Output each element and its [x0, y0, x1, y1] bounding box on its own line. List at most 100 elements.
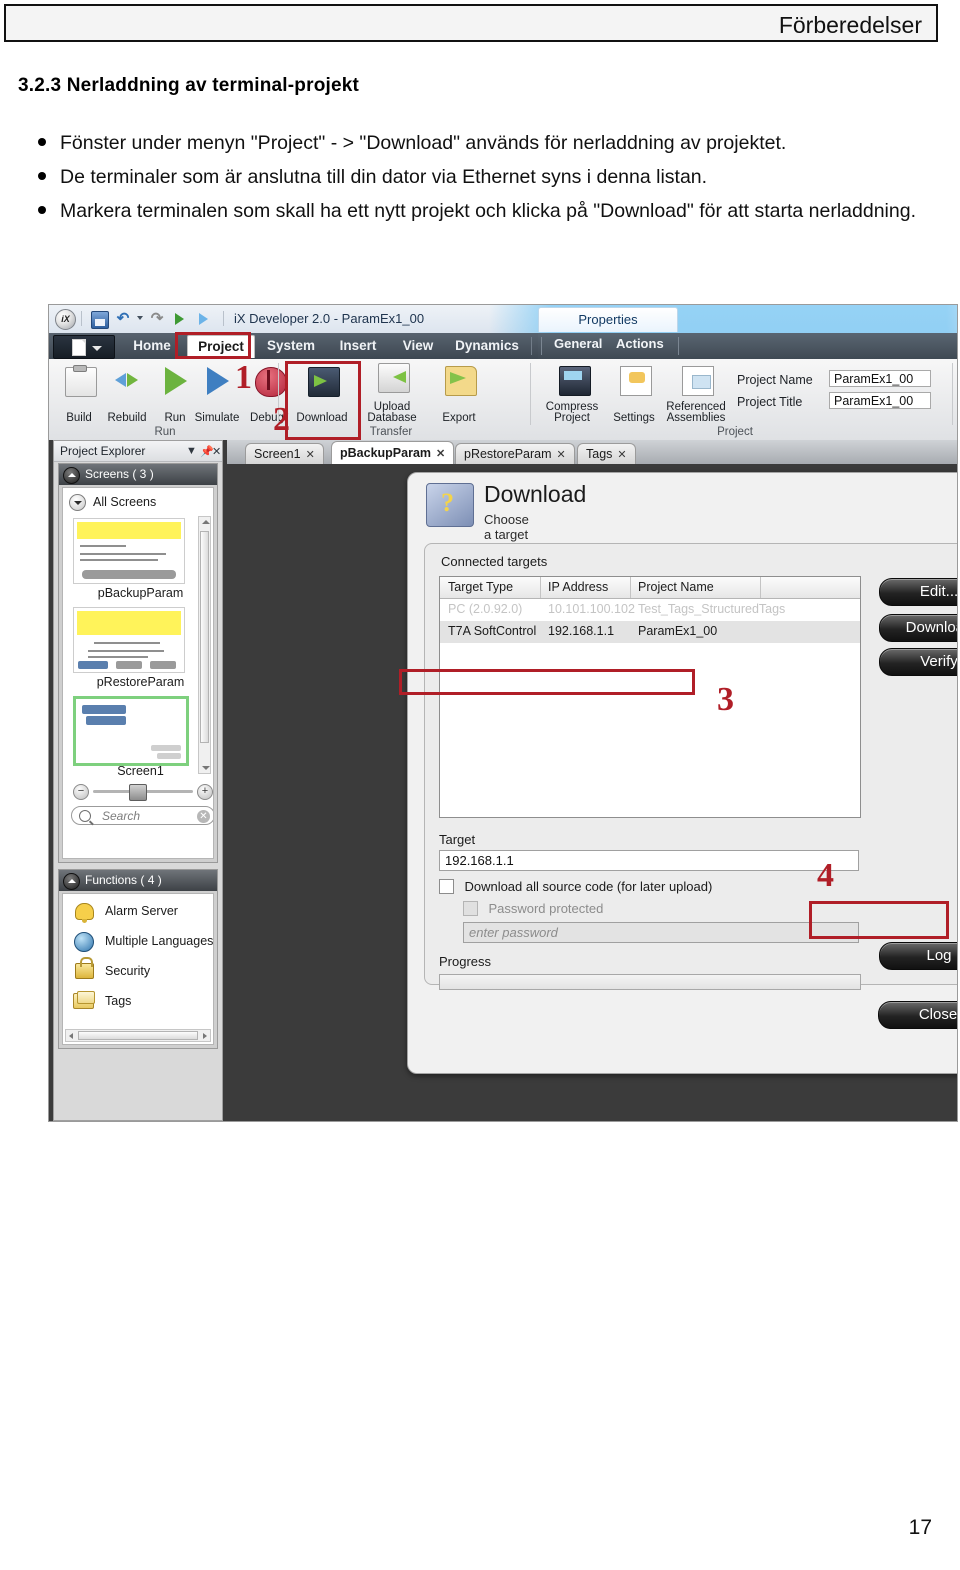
functions-scrollbar[interactable] [65, 1029, 211, 1042]
ribbon-button-label: Settings [613, 412, 655, 424]
screen-thumbnail[interactable] [73, 518, 185, 584]
list-item-text: De terminaler som är anslutna till din d… [60, 166, 708, 188]
annotation-marker-4: 4 [817, 857, 834, 894]
tab-insert[interactable]: Insert [329, 335, 387, 357]
download-source-code-row[interactable]: Download all source code (for later uplo… [439, 878, 712, 896]
function-item-security[interactable]: Security [69, 957, 213, 984]
chevron-down-icon [92, 346, 102, 351]
bullet-dot-icon [38, 138, 46, 146]
zoom-out-icon[interactable]: − [73, 784, 89, 800]
chevron-up-icon[interactable] [63, 467, 80, 484]
tab-dynamics[interactable]: Dynamics [449, 335, 525, 357]
close-icon[interactable]: ✕ [436, 448, 445, 460]
chevron-down-icon[interactable]: ▼ [186, 445, 197, 457]
function-item-alarm-server[interactable]: Alarm Server [69, 900, 213, 924]
function-item-multiple-languages[interactable]: Multiple Languages [69, 930, 214, 954]
save-icon[interactable] [91, 311, 109, 329]
tab-system[interactable]: System [259, 335, 323, 357]
password-input: enter password [463, 922, 859, 943]
project-explorer-title: Project Explorer [60, 444, 146, 458]
undo-icon[interactable]: ↶ [115, 311, 131, 327]
screens-panel-title: Screens ( 3 ) [85, 467, 154, 481]
ribbon-button-label: Referenced Assemblies [666, 401, 726, 424]
application-screenshot: iX ↶ ↷ iX Developer 2.0 - ParamEx1_00 Pr… [48, 304, 958, 1122]
table-row[interactable]: T7A SoftControl 192.168.1.1 ParamEx1_00 [440, 621, 860, 643]
ribbon-button-referenced-assemblies[interactable]: Referenced Assemblies [663, 363, 729, 425]
editor-tab-pbackupparam[interactable]: pBackupParam ✕ [331, 441, 455, 464]
log-button[interactable]: Log [879, 942, 957, 970]
redo-icon[interactable]: ↷ [149, 311, 165, 327]
list-item: Fönster under menyn "Project" - > "Downl… [18, 128, 928, 159]
download-button[interactable]: Download [879, 614, 957, 642]
editor-tab-label: pRestoreParam [464, 447, 552, 461]
annotation-box-project-tab [175, 332, 251, 359]
ribbon-group-label: Run [154, 426, 176, 438]
tab-view[interactable]: View [393, 335, 443, 357]
screen-thumbnail-label: Screen1 [117, 764, 164, 778]
close-icon[interactable]: ✕ [306, 449, 315, 461]
screen-thumbnail-label: pRestoreParam [96, 675, 185, 689]
project-title-field[interactable]: ParamEx1_00 [829, 392, 931, 409]
clear-search-icon[interactable]: ✕ [197, 810, 210, 823]
functions-panel-header[interactable]: Functions ( 4 ) [59, 870, 217, 891]
ribbon-button-compress-project[interactable]: Compress Project [541, 363, 603, 425]
refresh-arrows-icon [113, 367, 143, 395]
close-icon[interactable]: ✕ [212, 445, 221, 458]
progress-bar [439, 974, 861, 990]
project-name-field[interactable]: ParamEx1_00 [829, 370, 931, 387]
chevron-down-icon[interactable] [137, 316, 143, 320]
target-input[interactable]: 192.168.1.1 [439, 850, 859, 871]
run-icon[interactable] [175, 313, 184, 325]
application-menu-button[interactable] [53, 335, 115, 359]
column-header-target-type: Target Type [448, 580, 514, 594]
subtab-actions[interactable]: Actions [616, 336, 664, 351]
subtab-general[interactable]: General [554, 336, 602, 351]
ribbon-button-upload-database[interactable]: Upload Database [361, 363, 423, 425]
screen-thumbnail-selected[interactable] [73, 696, 189, 766]
all-screens-row[interactable]: All Screens [67, 490, 213, 514]
close-icon[interactable]: ✕ [557, 449, 566, 461]
tab-home[interactable]: Home [123, 335, 181, 357]
search-input[interactable]: Search ✕ [71, 806, 213, 825]
close-icon[interactable]: ✕ [617, 449, 626, 461]
divider [223, 311, 224, 326]
download-source-code-label: Download all source code (for later uplo… [464, 879, 713, 895]
editor-tabbar: Screen1 ✕ pBackupParam ✕ pRestoreParam ✕ Ta… [227, 440, 957, 464]
list-item-text: Markera terminalen som skall ha ett nytt… [60, 200, 917, 222]
download-dialog: Download Choose a target to transfer the… [407, 472, 957, 1074]
project-explorer-header: Project Explorer ▼ 📌 ✕ [54, 441, 222, 462]
zoom-slider-knob[interactable] [129, 784, 147, 801]
editor-tab-prestoreparam[interactable]: pRestoreParam ✕ [455, 443, 575, 464]
search-icon [79, 810, 91, 822]
connected-targets-table[interactable]: Target Type IP Address Project Name PC (… [439, 576, 861, 818]
verify-button[interactable]: Verify [879, 648, 957, 676]
ribbon-button-export[interactable]: Export [431, 363, 487, 425]
contextual-tab-properties[interactable]: Properties [538, 307, 678, 332]
tags-icon [73, 991, 95, 1009]
compress-icon [559, 366, 591, 396]
zoom-slider[interactable]: − + [73, 783, 213, 801]
table-row[interactable]: PC (2.0.92.0) 10.101.100.102 Test_Tags_S… [440, 599, 860, 621]
screen-thumbnail[interactable] [73, 607, 185, 673]
play-blue-icon [207, 367, 237, 395]
password-protected-checkbox [463, 901, 478, 917]
cell-project-name: Test_Tags_StructuredTags [638, 602, 786, 616]
function-item-tags[interactable]: Tags [69, 990, 213, 1014]
ribbon-button-label: Export [442, 412, 476, 424]
contextual-subtabs: General Actions [538, 333, 957, 359]
simulate-icon[interactable] [199, 313, 208, 325]
editor-tab-screen1[interactable]: Screen1 ✕ [245, 443, 324, 464]
annotation-box-target-row [399, 669, 695, 695]
chevron-up-icon[interactable] [63, 873, 80, 890]
download-source-code-checkbox[interactable] [439, 879, 454, 895]
app-orb-icon[interactable]: iX [55, 309, 76, 330]
editor-tab-tags[interactable]: Tags ✕ [577, 443, 636, 464]
screens-scrollbar[interactable] [198, 516, 211, 774]
export-icon [445, 366, 477, 396]
close-button[interactable]: Close [878, 1001, 957, 1029]
ribbon-button-settings[interactable]: Settings [607, 363, 661, 425]
function-item-label: Multiple Languages [105, 934, 214, 948]
edit-button[interactable]: Edit... [879, 578, 957, 606]
screens-panel-header[interactable]: Screens ( 3 ) [59, 464, 217, 485]
zoom-in-icon[interactable]: + [197, 784, 213, 800]
